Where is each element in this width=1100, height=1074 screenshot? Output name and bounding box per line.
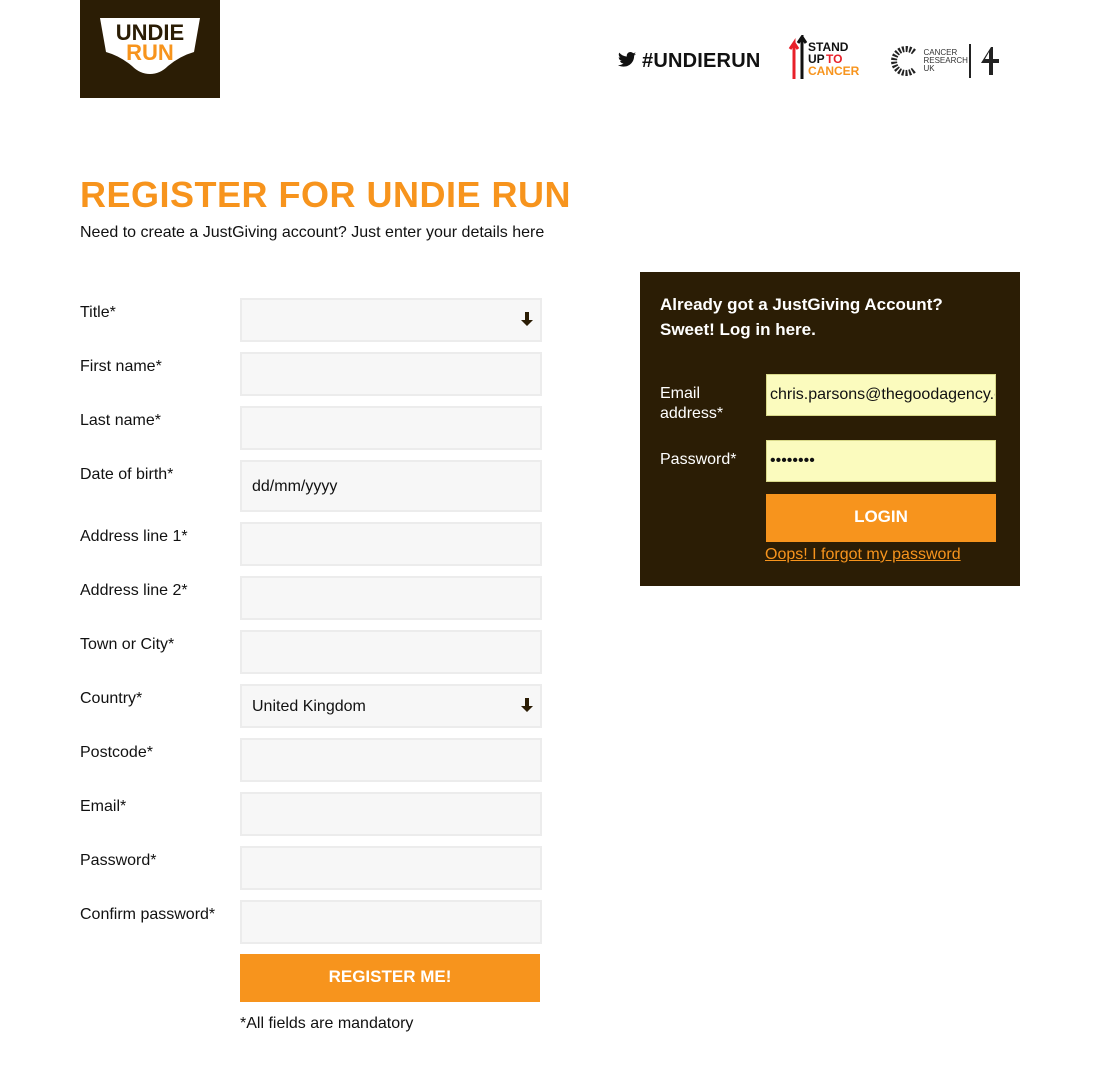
login-title-line2: Sweet! Log in here. [660,320,816,339]
country-value: United Kingdom [252,698,366,715]
first-name-label: First name* [80,358,162,375]
login-password-input[interactable]: •••••••• [766,440,996,482]
login-button[interactable]: LOGIN [766,494,996,542]
date-of-birth-value: dd/mm/yyyy [252,478,338,495]
town-or-city-input[interactable] [240,630,542,674]
page-title: REGISTER FOR UNDIE RUN [80,174,572,215]
cruk-c-icon [891,46,917,76]
email-label: Email* [80,798,127,815]
stand-up-to-cancer-logo[interactable]: STAND UP TO CANCER [786,31,872,88]
form-row-country: Country* United Kingdom [80,684,550,728]
twitter-bird-icon [618,50,636,73]
register-button[interactable]: REGISTER ME! [240,954,540,1002]
address-line-2-label: Address line 2* [80,582,188,599]
form-row-first-name: First name* [80,352,550,396]
country-select[interactable]: United Kingdom [240,684,542,728]
register-intro: Need to create a JustGiving account? Jus… [80,224,545,241]
form-row-town-or-city: Town or City* [80,630,550,674]
date-of-birth-label: Date of birth* [80,466,174,483]
password-input[interactable] [240,846,542,890]
form-row-postcode: Postcode* [80,738,550,782]
login-email-value: chris.parsons@thegoodagency.co.uk [770,386,995,403]
form-row-date-of-birth: Date of birth* dd/mm/yyyy [80,460,550,512]
confirm-password-label: Confirm password* [80,906,216,923]
last-name-input[interactable] [240,406,542,450]
login-title: Already got a JustGiving Account? Sweet!… [660,292,1010,342]
form-row-address-line-1: Address line 1* [80,522,550,566]
twitter-hashtag[interactable]: #UNDIERUN [618,50,760,73]
channel-4-logo[interactable] [969,44,1003,78]
title-select[interactable] [240,298,542,342]
postcode-label: Postcode* [80,744,153,761]
hashtag-text: #UNDIERUN [642,49,761,72]
header-partners: #UNDIERUN STAND UP TO CANCER CANCER RESE… [618,31,1003,88]
undie-run-logo[interactable]: UNDIE RUN [80,0,220,98]
login-password-label: Password* [660,451,737,468]
last-name-label: Last name* [80,412,161,429]
channel-4-icon [981,47,1000,75]
country-label: Country* [80,690,143,707]
confirm-password-input[interactable] [240,900,542,944]
first-name-input[interactable] [240,352,542,396]
password-label: Password* [80,852,157,869]
login-panel: Already got a JustGiving Account? Sweet!… [640,272,1020,586]
login-title-line1: Already got a JustGiving Account? [660,295,943,314]
address-line-1-label: Address line 1* [80,528,188,545]
form-row-last-name: Last name* [80,406,550,450]
form-row-address-line-2: Address line 2* [80,576,550,620]
form-row-title: Title* [80,298,550,342]
login-password-value: •••••••• [770,452,815,469]
email-input[interactable] [240,792,542,836]
address-line-1-input[interactable] [240,522,542,566]
forgot-password-link[interactable]: Oops! I forgot my password [765,546,961,564]
town-or-city-label: Town or City* [80,636,175,653]
cancer-research-uk-logo[interactable]: CANCER RESEARCH UK [890,46,968,76]
login-email-label: Email address* [660,385,724,422]
form-row-password: Password* [80,846,550,890]
mandatory-note: *All fields are mandatory [240,1015,414,1032]
su2c-cancer: CANCER [808,64,860,78]
logo-text-run: RUN [126,40,174,65]
login-email-input[interactable]: chris.parsons@thegoodagency.co.uk [766,374,996,416]
address-line-2-input[interactable] [240,576,542,620]
form-row-confirm-password: Confirm password* [80,900,550,944]
arrow-down-icon [520,310,534,333]
date-of-birth-input[interactable]: dd/mm/yyyy [240,460,542,512]
cruk-text: CANCER RESEARCH UK [923,48,968,73]
arrow-down-icon [520,696,534,719]
title-label: Title* [80,304,116,321]
postcode-input[interactable] [240,738,542,782]
form-row-email: Email* [80,792,550,836]
